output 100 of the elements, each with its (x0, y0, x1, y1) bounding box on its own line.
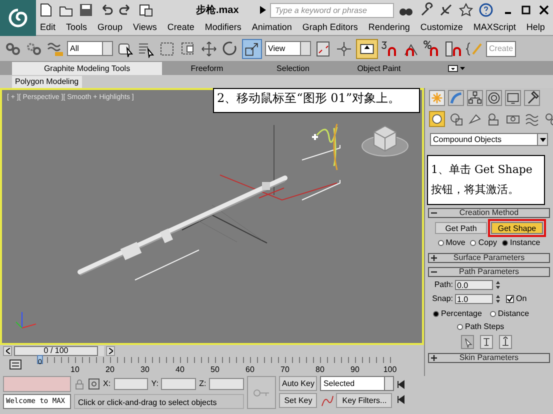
go-to-start-icon[interactable] (397, 380, 406, 389)
radio-label: Instance (510, 237, 540, 249)
menu-item[interactable]: MAXScript (473, 20, 516, 34)
selection-filter-dropdown[interactable]: All (67, 41, 113, 56)
radio-label: Distance (498, 308, 530, 320)
menu-item[interactable]: Group (98, 20, 123, 34)
percent-snap-icon[interactable] (423, 40, 441, 58)
frame-number: 50 (210, 364, 220, 376)
radio-button[interactable] (433, 311, 439, 317)
spinner-arrows-icon[interactable] (495, 294, 501, 304)
menu-item[interactable]: Graph Editors (302, 20, 358, 34)
rollout-header[interactable]: Surface Parameters (428, 253, 550, 263)
radio-button[interactable] (438, 240, 444, 246)
edit-named-selection-icon[interactable] (465, 40, 483, 58)
close-icon[interactable] (539, 4, 549, 16)
ribbon-tab[interactable]: Graphite Modeling Tools (12, 62, 162, 75)
spiral-logo-icon (7, 7, 29, 29)
key-mode-dropdown[interactable]: Selected (320, 376, 394, 391)
auto-key-button[interactable]: Auto Key (279, 376, 318, 391)
keyboard-shortcut-toggle-icon[interactable] (356, 38, 378, 58)
menu-item[interactable]: Help (526, 20, 545, 34)
previous-frame-button[interactable] (3, 346, 12, 356)
previous-key-icon[interactable] (397, 395, 406, 404)
radio-button[interactable] (502, 240, 508, 246)
geometry-icon[interactable] (429, 111, 445, 127)
menu-item[interactable]: Views (133, 20, 157, 34)
menu-item[interactable]: Animation (252, 20, 292, 34)
new-file-icon[interactable] (38, 2, 54, 18)
pivot-center-icon[interactable] (314, 40, 332, 58)
move-icon[interactable] (200, 40, 218, 58)
pick-shape-icon[interactable] (461, 335, 474, 349)
named-selection-field[interactable]: Create (486, 40, 516, 56)
category-dropdown[interactable]: Compound Objects (430, 133, 548, 146)
reference-coordinate-dropdown[interactable]: View (265, 41, 311, 56)
ribbon-tab[interactable]: Object Paint (338, 62, 420, 75)
radio-button[interactable] (457, 324, 463, 330)
hammer-tab-icon[interactable] (524, 90, 540, 106)
rollout-header[interactable]: Path Parameters (428, 267, 550, 277)
rollout-header[interactable]: Skin Parameters (428, 353, 550, 363)
menu-item[interactable]: Tools (66, 20, 88, 34)
axis-constraint-icon[interactable] (335, 40, 353, 58)
display-tab-icon[interactable] (505, 90, 521, 106)
rollout-title: Surface Parameters (452, 252, 526, 264)
menu-item[interactable]: Customize (420, 20, 463, 34)
app-logo-button[interactable] (0, 0, 36, 36)
previous-shape-icon[interactable] (480, 335, 493, 349)
rotate-icon[interactable] (221, 40, 239, 58)
coordinate-label: Z: (199, 378, 206, 390)
spinner-arrows-icon[interactable] (495, 280, 501, 290)
absolute-mode-icon[interactable] (88, 378, 100, 390)
spinner-field[interactable]: 1.0 (455, 294, 493, 304)
shapes-icon[interactable] (448, 111, 464, 127)
space-warp-icon[interactable] (524, 111, 540, 127)
ribbon-tab[interactable]: Selection (252, 62, 334, 75)
star-icon[interactable] (458, 2, 474, 18)
creation-method-button[interactable]: Get Path (435, 222, 487, 234)
frame-number: 90 (350, 364, 360, 376)
maxscript-listener-field[interactable] (3, 376, 71, 392)
radio-button[interactable] (490, 311, 496, 317)
maximize-icon[interactable] (521, 4, 531, 16)
frame-number: 20 (106, 364, 114, 376)
rollout-header[interactable]: Creation Method (428, 208, 550, 218)
frame-number: 70 (280, 364, 290, 376)
ribbon-options-icon[interactable] (448, 64, 466, 73)
checkbox[interactable] (506, 295, 514, 303)
project-folder-icon[interactable] (138, 2, 154, 18)
next-shape-icon[interactable] (499, 335, 512, 349)
coordinate-field[interactable] (209, 378, 244, 390)
search-field[interactable]: Type a keyword or phrase (270, 2, 394, 18)
spinner-field[interactable]: 0.0 (455, 280, 493, 290)
menu-item[interactable]: Edit (40, 20, 56, 34)
motion-tab-icon[interactable] (486, 90, 502, 106)
set-key-button[interactable]: Set Key (279, 393, 318, 408)
frame-number: 60 (246, 364, 254, 376)
save-icon[interactable] (78, 2, 94, 18)
radio-label: Move (446, 237, 466, 249)
menu-item[interactable]: Modifiers (204, 20, 242, 34)
ribbon-tab[interactable]: Freeform (166, 62, 248, 75)
create-tab-icon[interactable] (429, 90, 445, 106)
key-filters-button[interactable]: Key Filters... (336, 393, 392, 408)
coordinate-field[interactable] (161, 378, 196, 390)
spinner-snap-icon[interactable] (444, 40, 462, 58)
window-title: 步枪.max (196, 4, 240, 18)
next-frame-button[interactable] (106, 346, 115, 356)
frame-number: 40 (176, 364, 184, 376)
radio-button[interactable] (470, 240, 476, 246)
menu-item[interactable]: Rendering (368, 20, 410, 34)
menu-item[interactable]: Create (167, 20, 194, 34)
angle-snap-icon[interactable] (381, 40, 399, 58)
key-tangent-icon[interactable] (320, 394, 334, 408)
scale-icon[interactable] (242, 38, 262, 58)
ribbon-panel-tab[interactable]: Polygon Modeling (12, 76, 82, 88)
hierarchy-tab-icon[interactable] (467, 90, 483, 106)
creation-method-button[interactable]: Get Shape (491, 222, 543, 234)
coordinate-field[interactable] (114, 378, 148, 390)
play-arrow-icon (260, 6, 266, 14)
field-label: Path: (433, 279, 453, 291)
mini-curve-editor-icon[interactable] (9, 358, 22, 371)
selection-region-icon[interactable] (158, 40, 176, 58)
help-icon[interactable] (478, 2, 494, 18)
